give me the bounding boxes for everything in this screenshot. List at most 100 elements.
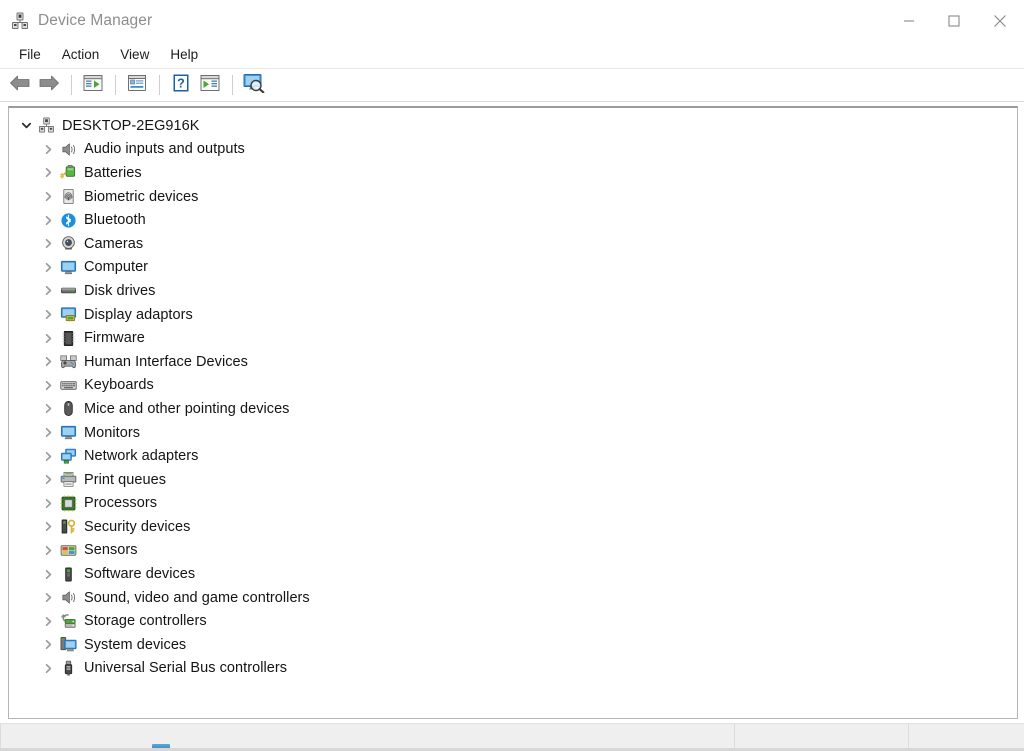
chevron-right-icon[interactable] (39, 262, 57, 273)
tree-item-bluetooth[interactable]: Bluetooth (9, 208, 1017, 232)
chevron-right-icon[interactable] (39, 309, 57, 320)
toolbar-separator-4 (232, 75, 233, 95)
tree-item-batteries[interactable]: Batteries (9, 161, 1017, 185)
properties-icon (127, 74, 147, 97)
gamepad-icon (57, 353, 79, 370)
chevron-right-icon[interactable] (39, 639, 57, 650)
forward-button[interactable] (35, 72, 63, 98)
tree-item-print-queues[interactable]: Print queues (9, 468, 1017, 492)
tree-item-label: Keyboards (84, 377, 154, 394)
show-hide-console-tree-button[interactable] (79, 72, 107, 98)
chevron-right-icon[interactable] (39, 616, 57, 627)
minimize-button[interactable] (886, 0, 931, 41)
menu-view[interactable]: View (110, 44, 159, 66)
chevron-right-icon[interactable] (39, 521, 57, 532)
tree-item-display-adaptors[interactable]: Display adaptors (9, 303, 1017, 327)
back-button[interactable] (6, 72, 34, 98)
menu-help[interactable]: Help (160, 44, 208, 66)
console-tree-icon (83, 74, 103, 97)
monitor-icon (57, 259, 79, 276)
title-bar: Device Manager (0, 0, 1024, 41)
chevron-right-icon[interactable] (39, 238, 57, 249)
close-button[interactable] (976, 0, 1024, 41)
monitor-icon (57, 424, 79, 441)
tree-item-label: Software devices (84, 566, 196, 583)
status-pane-1 (0, 724, 1, 749)
help-button[interactable]: ? (167, 72, 195, 98)
chevron-right-icon[interactable] (39, 356, 57, 367)
tree-item-label: Biometric devices (84, 188, 199, 205)
tree-item-storage-controllers[interactable]: Storage controllers (9, 609, 1017, 633)
processor-chip-icon (57, 495, 79, 512)
tree-item-human-interface-devices[interactable]: Human Interface Devices (9, 350, 1017, 374)
tree-item-label: Human Interface Devices (84, 353, 248, 370)
tree-item-label: Processors (84, 495, 158, 512)
menu-file[interactable]: File (9, 44, 51, 66)
camera-icon (57, 235, 79, 252)
tree-item-security-devices[interactable]: Security devices (9, 515, 1017, 539)
tree-item-label: Print queues (84, 471, 167, 488)
tree-item-computer[interactable]: Computer (9, 256, 1017, 280)
chevron-right-icon[interactable] (39, 167, 57, 178)
menu-action[interactable]: Action (52, 44, 110, 66)
toolbar-separator-3 (159, 75, 160, 95)
chevron-right-icon[interactable] (39, 285, 57, 296)
device-tree-panel[interactable]: DESKTOP-2EG916K Audio inputs and outputs (8, 106, 1018, 719)
tree-item-audio-inputs-and-outputs[interactable]: Audio inputs and outputs (9, 138, 1017, 162)
chevron-right-icon[interactable] (39, 333, 57, 344)
tree-item-label: Computer (84, 259, 149, 276)
tree-item-universal-serial-bus-controllers[interactable]: Universal Serial Bus controllers (9, 657, 1017, 681)
tree-item-software-devices[interactable]: Software devices (9, 562, 1017, 586)
properties-button[interactable] (123, 72, 151, 98)
tree-item-processors[interactable]: Processors (9, 492, 1017, 516)
fingerprint-icon (57, 188, 79, 205)
chevron-right-icon[interactable] (39, 403, 57, 414)
status-pane-3 (908, 724, 1024, 749)
chevron-right-icon[interactable] (39, 144, 57, 155)
chevron-down-icon[interactable] (17, 120, 35, 131)
tree-item-keyboards[interactable]: Keyboards (9, 374, 1017, 398)
chevron-right-icon[interactable] (39, 545, 57, 556)
chevron-right-icon[interactable] (39, 215, 57, 226)
tree-item-label: Batteries (84, 164, 142, 181)
software-device-icon (57, 566, 79, 583)
sensors-grid-icon (57, 542, 79, 559)
chevron-right-icon[interactable] (39, 380, 57, 391)
tree-item-label: Universal Serial Bus controllers (84, 660, 288, 677)
tree-root-node[interactable]: DESKTOP-2EG916K (9, 114, 1017, 138)
scan-hardware-changes-button[interactable] (240, 72, 268, 98)
device-tree: DESKTOP-2EG916K Audio inputs and outputs (9, 108, 1017, 680)
svg-text:?: ? (177, 76, 185, 90)
maximize-button[interactable] (931, 0, 976, 41)
tree-item-firmware[interactable]: Firmware (9, 326, 1017, 350)
disk-drive-icon (57, 282, 79, 299)
tree-item-label: System devices (84, 636, 187, 653)
tree-item-cameras[interactable]: Cameras (9, 232, 1017, 256)
tree-item-biometric-devices[interactable]: Biometric devices (9, 185, 1017, 209)
chevron-right-icon[interactable] (39, 427, 57, 438)
chevron-right-icon[interactable] (39, 498, 57, 509)
chevron-right-icon[interactable] (39, 592, 57, 603)
chevron-right-icon[interactable] (39, 191, 57, 202)
chevron-right-icon[interactable] (39, 474, 57, 485)
tree-item-system-devices[interactable]: System devices (9, 633, 1017, 657)
chevron-right-icon[interactable] (39, 663, 57, 674)
tree-item-label: Cameras (84, 235, 144, 252)
tree-item-monitors[interactable]: Monitors (9, 421, 1017, 445)
tree-item-label: Security devices (84, 518, 191, 535)
chevron-right-icon[interactable] (39, 569, 57, 580)
tree-item-sound-video-and-game-controllers[interactable]: Sound, video and game controllers (9, 586, 1017, 610)
battery-icon (57, 164, 79, 181)
tree-item-network-adapters[interactable]: Network adapters (9, 444, 1017, 468)
update-driver-button[interactable] (196, 72, 224, 98)
keyboard-icon (57, 377, 79, 394)
tree-item-mice-and-other-pointing-devices[interactable]: Mice and other pointing devices (9, 397, 1017, 421)
tree-item-sensors[interactable]: Sensors (9, 539, 1017, 563)
tree-item-label: Sound, video and game controllers (84, 589, 310, 606)
speaker-icon (57, 589, 79, 606)
tree-item-label: Monitors (84, 424, 140, 441)
toolbar-separator-1 (71, 75, 72, 95)
tree-item-disk-drives[interactable]: Disk drives (9, 279, 1017, 303)
chevron-right-icon[interactable] (39, 451, 57, 462)
network-adapter-icon (57, 448, 79, 465)
